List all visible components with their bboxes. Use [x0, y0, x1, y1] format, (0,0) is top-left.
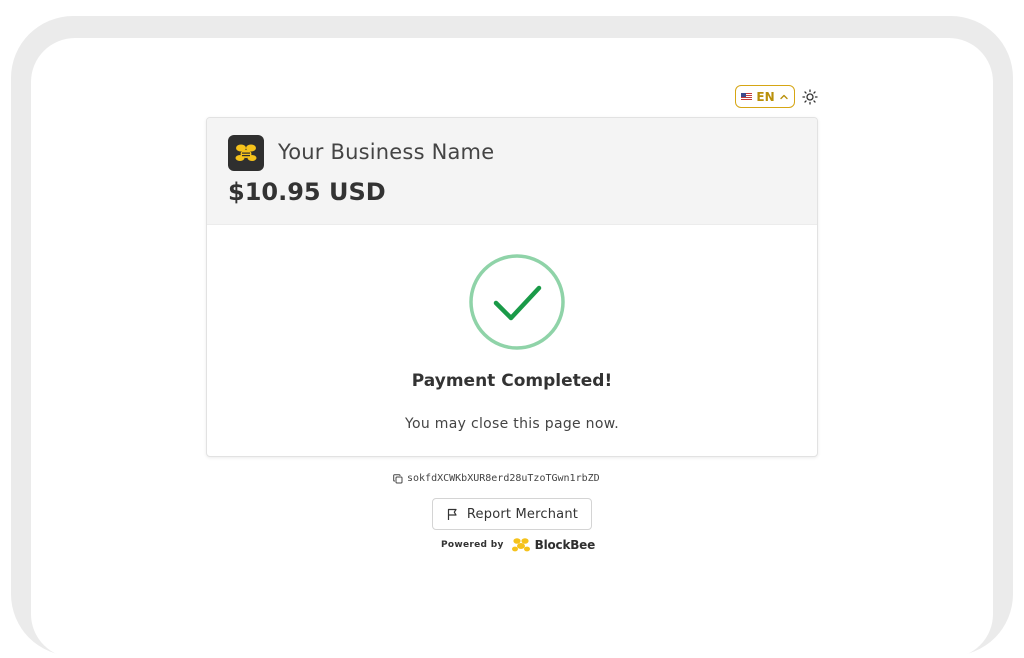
blockbee-logo-icon	[511, 538, 530, 552]
status-message: You may close this page now.	[405, 416, 619, 432]
copy-icon	[393, 473, 403, 483]
powered-by-label: Powered by	[441, 540, 504, 550]
checkmark-circle-icon	[469, 254, 565, 350]
blockbee-name: BlockBee	[534, 538, 596, 552]
status-title: Payment Completed!	[411, 371, 613, 391]
sun-icon[interactable]	[802, 89, 818, 105]
transaction-id: sokfdXCWKbXUR8erd28uTzoTGwn1rbZD	[407, 473, 600, 484]
payment-amount: $10.95 USD	[228, 178, 386, 206]
transaction-id-copy[interactable]: sokfdXCWKbXUR8erd28uTzoTGwn1rbZD	[393, 473, 600, 484]
language-code: EN	[756, 89, 775, 104]
powered-by: Powered by BlockBee	[441, 536, 595, 554]
merchant-header: Your Business Name $10.95 USD	[207, 118, 817, 225]
report-merchant-label: Report Merchant	[466, 506, 579, 522]
blockbee-brand[interactable]: BlockBee	[510, 536, 595, 554]
merchant-name: Your Business Name	[278, 140, 495, 164]
payment-card: Your Business Name $10.95 USD Payment Co…	[206, 117, 818, 457]
language-selector[interactable]: EN	[735, 85, 795, 108]
us-flag-icon	[741, 93, 753, 100]
flag-icon	[447, 508, 457, 520]
chevron-up-icon	[779, 94, 788, 99]
report-merchant-button[interactable]: Report Merchant	[432, 498, 592, 530]
bee-logo-icon	[228, 135, 264, 171]
